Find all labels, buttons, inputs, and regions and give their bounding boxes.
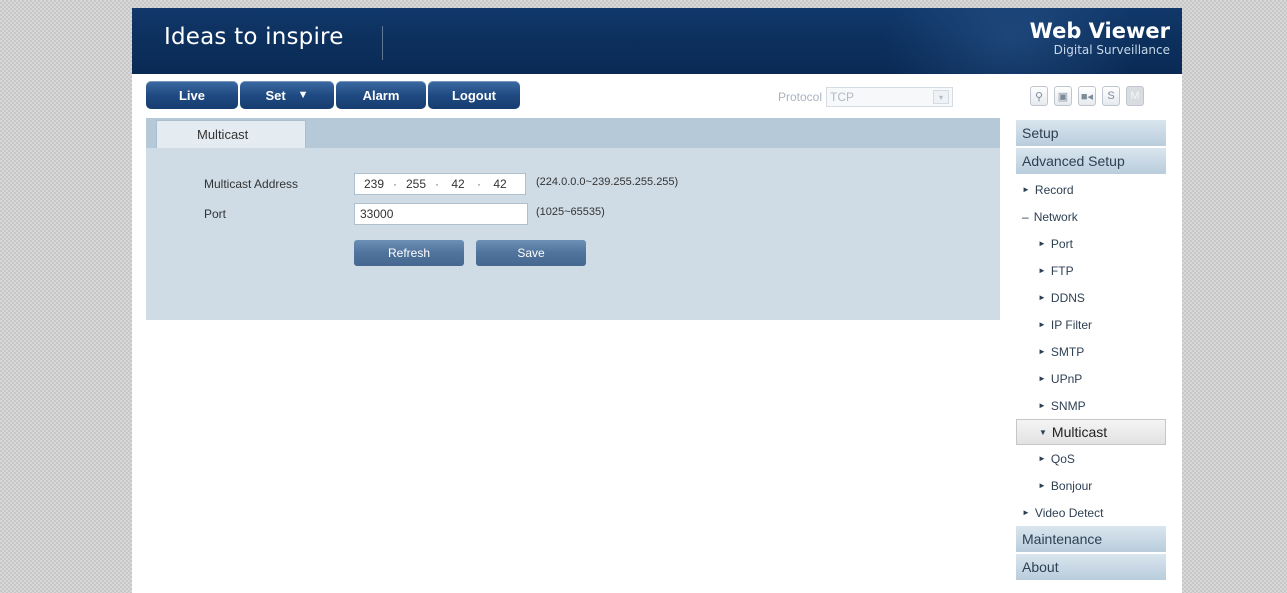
- sidebar-item-qos[interactable]: ► QoS: [1016, 445, 1166, 472]
- sidebar-item-upnp[interactable]: ► UPnP: [1016, 365, 1166, 392]
- multicast-panel: Multicast Multicast Address 239 · 255 · …: [146, 118, 1000, 320]
- sidebar-item-ddns[interactable]: ► DDNS: [1016, 284, 1166, 311]
- sidebar-item-label: FTP: [1050, 263, 1074, 278]
- tagline-divider: [382, 26, 383, 60]
- sidebar-item-label: UPnP: [1050, 371, 1083, 386]
- triangle-right-icon: ►: [1038, 481, 1046, 490]
- brand-title: Web Viewer: [1029, 19, 1170, 43]
- fullscreen-icon[interactable]: M: [1126, 86, 1144, 106]
- search-icon[interactable]: ⚲: [1030, 86, 1048, 106]
- multicast-address-field[interactable]: 239 · 255 · 42 · 42: [354, 173, 526, 195]
- tagline: Ideas to inspire: [164, 24, 344, 50]
- ip-octet-4[interactable]: 42: [481, 177, 519, 191]
- sidebar-item-label: DDNS: [1050, 290, 1085, 305]
- sidebar-item-label: SNMP: [1050, 398, 1086, 413]
- protocol-select[interactable]: TCP ▾: [826, 87, 954, 107]
- tab-multicast-label: Multicast: [197, 127, 249, 142]
- tab-strip: Multicast: [146, 118, 1000, 148]
- save-label: Save: [517, 246, 545, 260]
- triangle-right-icon: ►: [1038, 454, 1046, 463]
- save-button[interactable]: Save: [476, 240, 586, 266]
- sidebar-item-snmp[interactable]: ► SNMP: [1016, 392, 1166, 419]
- alarm-label: Alarm: [362, 87, 400, 103]
- sidebar-item-label: SMTP: [1050, 344, 1085, 359]
- sidebar-item-ip-filter[interactable]: ► IP Filter: [1016, 311, 1166, 338]
- refresh-label: Refresh: [387, 246, 431, 260]
- sidebar-setup[interactable]: Setup: [1016, 120, 1166, 146]
- triangle-right-icon: ►: [1038, 266, 1046, 275]
- logout-label: Logout: [451, 87, 497, 103]
- sidebar-item-label: Record: [1034, 182, 1074, 197]
- sidebar-item-record[interactable]: ► Record: [1016, 176, 1166, 203]
- tab-multicast[interactable]: Multicast: [156, 120, 306, 148]
- port-range-hint: (1025~65535): [536, 206, 605, 218]
- refresh-button[interactable]: Refresh: [354, 240, 464, 266]
- port-value: 33000: [360, 207, 394, 221]
- protocol-control: Protocol TCP ▾: [778, 87, 954, 107]
- dropdown-arrow-icon: ▾: [933, 90, 950, 104]
- triangle-right-icon: ►: [1022, 508, 1030, 517]
- sidebar-item-label: Video Detect: [1034, 505, 1104, 520]
- settings-sidebar: Setup Advanced Setup ► Record – Network …: [1016, 120, 1166, 582]
- sidebar-item-video-detect[interactable]: ► Video Detect: [1016, 499, 1166, 526]
- sidebar-about[interactable]: About: [1016, 554, 1166, 580]
- ip-octet-3[interactable]: 42: [439, 177, 477, 191]
- sidebar-item-ftp[interactable]: ► FTP: [1016, 257, 1166, 284]
- triangle-right-icon: ►: [1038, 239, 1046, 248]
- port-label: Port: [204, 207, 227, 221]
- sidebar-item-network[interactable]: – Network: [1016, 203, 1166, 230]
- alarm-button[interactable]: Alarm: [336, 81, 426, 109]
- multicast-address-label: Multicast Address: [204, 177, 299, 191]
- set-label: Set: [265, 87, 286, 103]
- triangle-down-icon: ▼: [1039, 427, 1047, 437]
- sidebar-item-bonjour[interactable]: ► Bonjour: [1016, 472, 1166, 499]
- sidebar-item-label: IP Filter: [1050, 317, 1093, 332]
- sidebar-maintenance[interactable]: Maintenance: [1016, 526, 1166, 552]
- sidebar-item-multicast[interactable]: ▼ Multicast: [1016, 419, 1166, 445]
- ip-octet-1[interactable]: 239: [355, 177, 393, 191]
- collapse-icon: –: [1022, 209, 1029, 224]
- brand-subtitle: Digital Surveillance: [1053, 43, 1170, 57]
- triangle-right-icon: ►: [1038, 347, 1046, 356]
- sidebar-item-label: Port: [1050, 236, 1073, 251]
- main-nav: Live Set ▼ Alarm Logout: [146, 81, 520, 109]
- protocol-value: TCP: [830, 90, 855, 104]
- address-range-hint: (224.0.0.0~239.255.255.255): [536, 176, 679, 188]
- snapshot-icon[interactable]: ▣: [1054, 86, 1072, 106]
- protocol-label: Protocol: [778, 90, 823, 104]
- sidebar-item-port[interactable]: ► Port: [1016, 230, 1166, 257]
- sidebar-item-smtp[interactable]: ► SMTP: [1016, 338, 1166, 365]
- record-icon[interactable]: ■◂: [1078, 86, 1096, 106]
- sidebar-advanced-setup[interactable]: Advanced Setup: [1016, 148, 1166, 174]
- port-field[interactable]: 33000: [354, 203, 528, 225]
- sidebar-item-label: Bonjour: [1050, 478, 1093, 493]
- logout-button[interactable]: Logout: [428, 81, 520, 109]
- header-banner: Ideas to inspire Web Viewer Digital Surv…: [132, 8, 1182, 74]
- chevron-down-icon: ▼: [297, 89, 309, 101]
- live-button[interactable]: Live: [146, 81, 238, 109]
- toolbar-icons: ⚲ ▣ ■◂ S M: [1030, 86, 1144, 106]
- s-icon[interactable]: S: [1102, 86, 1120, 106]
- triangle-right-icon: ►: [1038, 401, 1046, 410]
- live-label: Live: [178, 87, 205, 103]
- brand-logo: Web Viewer Digital Surveillance: [1030, 20, 1170, 58]
- triangle-right-icon: ►: [1038, 320, 1046, 329]
- ip-octet-2[interactable]: 255: [397, 177, 435, 191]
- triangle-right-icon: ►: [1038, 293, 1046, 302]
- sidebar-item-label: Network: [1033, 209, 1078, 224]
- set-button[interactable]: Set ▼: [240, 81, 334, 109]
- triangle-right-icon: ►: [1022, 185, 1030, 194]
- triangle-right-icon: ►: [1038, 374, 1046, 383]
- sidebar-item-label: QoS: [1050, 451, 1075, 466]
- web-viewer-page: Ideas to inspire Web Viewer Digital Surv…: [132, 8, 1182, 593]
- sidebar-item-label: Multicast: [1051, 424, 1108, 440]
